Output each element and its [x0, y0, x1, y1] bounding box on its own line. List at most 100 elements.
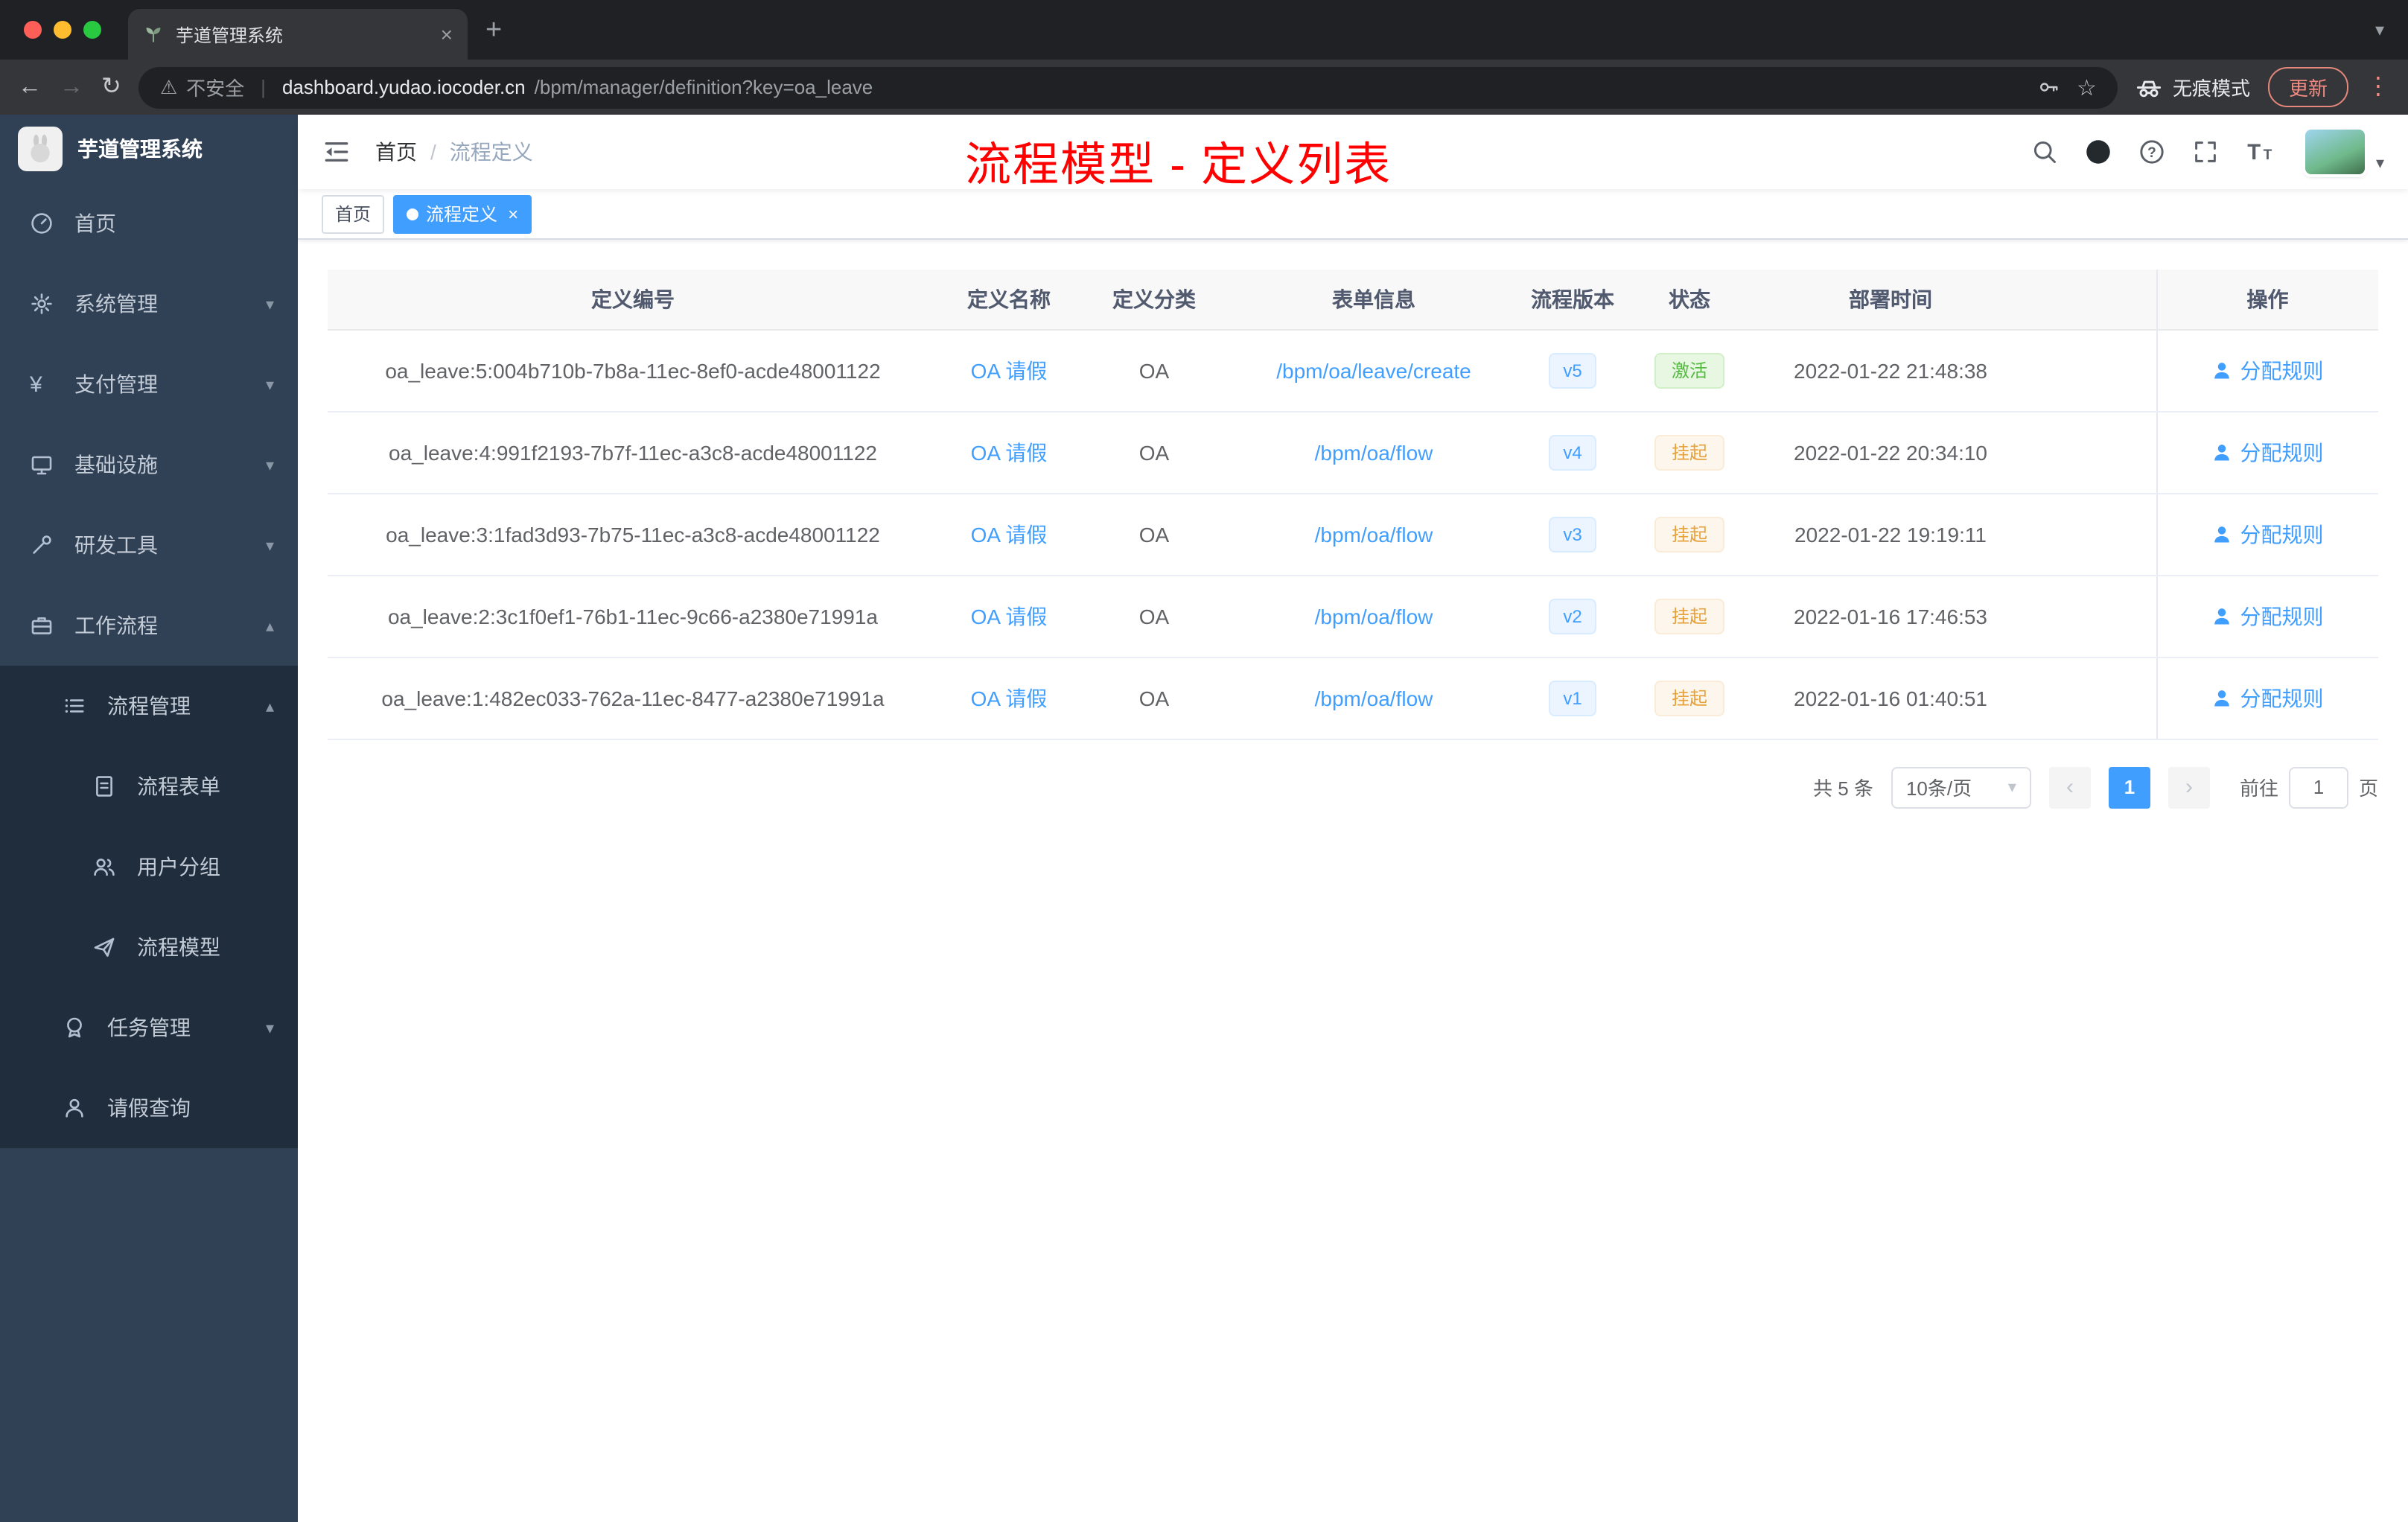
- zoom-window-button[interactable]: [83, 21, 101, 39]
- sidebar-item-payment-management[interactable]: ¥ 支付管理 ▾: [0, 344, 298, 424]
- chevron-down-icon: ▾: [265, 376, 274, 394]
- page-size-select[interactable]: 10条/页 ▾: [1891, 766, 2031, 808]
- assign-rule-link[interactable]: 分配规则: [2212, 519, 2324, 549]
- current-page-button[interactable]: 1: [2108, 766, 2150, 808]
- goto-page-input[interactable]: 1: [2288, 766, 2348, 808]
- pagination: 共 5 条 10条/页 ▾ ‹ 1 › 前往 1 页: [328, 766, 2378, 808]
- form-info-link[interactable]: /bpm/oa/leave/create: [1276, 358, 1471, 382]
- definition-name-link[interactable]: OA 请假: [971, 686, 1048, 710]
- sidebar-header: 芋道管理系统: [0, 115, 298, 183]
- breadcrumb: 首页 / 流程定义: [375, 137, 533, 167]
- forward-button[interactable]: →: [60, 74, 83, 99]
- new-tab-button[interactable]: +: [485, 16, 502, 44]
- person-icon: [2214, 690, 2230, 706]
- avatar[interactable]: [2305, 130, 2366, 174]
- person-icon: [63, 1096, 98, 1120]
- tab-close-icon[interactable]: ×: [441, 24, 453, 45]
- task-badge-icon: [63, 1016, 98, 1039]
- font-size-icon[interactable]: T T: [2246, 138, 2273, 165]
- col-definition-category: 定义分类: [1080, 270, 1229, 330]
- form-info-link[interactable]: /bpm/oa/flow: [1315, 686, 1433, 710]
- monitor-icon: [30, 453, 66, 477]
- definition-name-link[interactable]: OA 请假: [971, 604, 1048, 628]
- paper-plane-icon: [92, 935, 128, 959]
- status-badge: 激活: [1654, 352, 1724, 388]
- main-area: 流程模型 - 定义列表 首页 / 流程定义 ? T T ▾ 首页 流程定义 × …: [298, 115, 2408, 1522]
- tab-title: 芋道管理系统: [176, 25, 284, 45]
- help-icon[interactable]: ?: [2139, 138, 2166, 165]
- browser-tab[interactable]: 芋道管理系统 ×: [128, 9, 468, 60]
- bookmark-star-icon[interactable]: ☆: [2077, 74, 2097, 101]
- deploy-time: 2022-01-22 21:48:38: [1753, 329, 2028, 412]
- sidebar-item-process-model[interactable]: 流程模型: [0, 907, 298, 987]
- form-info-link[interactable]: /bpm/oa/flow: [1315, 440, 1433, 464]
- definition-id: oa_leave:4:991f2193-7b7f-11ec-a3c8-acde4…: [328, 411, 938, 494]
- definition-category: OA: [1080, 575, 1229, 657]
- sidebar-item-task-management[interactable]: 任务管理 ▾: [0, 987, 298, 1068]
- col-process-version: 流程版本: [1519, 270, 1626, 330]
- status-badge: 挂起: [1654, 516, 1724, 552]
- app-frame: 芋道管理系统 首页 系统管理 ▾ ¥ 支付管理 ▾ 基础设施 ▾ 研发工具 ▾ …: [0, 115, 2408, 1522]
- close-window-button[interactable]: [24, 21, 42, 39]
- fullscreen-icon[interactable]: [2193, 138, 2220, 165]
- incognito-badge: 无痕模式: [2135, 73, 2250, 101]
- status-badge: 挂起: [1654, 598, 1724, 634]
- form-info-link[interactable]: /bpm/oa/flow: [1315, 522, 1433, 546]
- sidebar-item-system-management[interactable]: 系统管理 ▾: [0, 264, 298, 344]
- tag-process-definition[interactable]: 流程定义 ×: [393, 194, 532, 233]
- chevron-down-icon: ▾: [265, 456, 274, 474]
- chevron-down-icon: ▾: [265, 1019, 274, 1037]
- security-label[interactable]: 不安全: [186, 73, 244, 101]
- table-header-row: 定义编号 定义名称 定义分类 表单信息 流程版本 状态 部署时间 操作: [328, 270, 2378, 330]
- definition-name-link[interactable]: OA 请假: [971, 522, 1048, 546]
- svg-text:?: ?: [2148, 145, 2157, 161]
- browser-menu-icon[interactable]: ⋮: [2366, 74, 2390, 99]
- sidebar-item-process-form[interactable]: 流程表单: [0, 746, 298, 827]
- definition-name-link[interactable]: OA 请假: [971, 440, 1048, 464]
- incognito-icon: [2136, 80, 2162, 97]
- chevron-down-icon: ▾: [265, 537, 274, 555]
- definition-id: oa_leave:3:1fad3d93-7b75-11ec-a3c8-acde4…: [328, 493, 938, 576]
- tag-close-icon[interactable]: ×: [508, 205, 518, 223]
- next-page-button[interactable]: ›: [2167, 766, 2210, 808]
- wrench-icon: [30, 533, 66, 557]
- github-icon[interactable]: [2086, 138, 2112, 165]
- table-row: oa_leave:2:3c1f0ef1-76b1-11ec-9c66-a2380…: [328, 575, 2378, 657]
- sidebar-item-home[interactable]: 首页: [0, 183, 298, 264]
- sidebar-item-leave-query[interactable]: 请假查询: [0, 1068, 298, 1148]
- assign-rule-link[interactable]: 分配规则: [2212, 683, 2324, 713]
- deploy-time: 2022-01-16 17:46:53: [1753, 575, 2028, 657]
- breadcrumb-home[interactable]: 首页: [375, 137, 417, 167]
- definition-category: OA: [1080, 657, 1229, 739]
- search-icon[interactable]: [2032, 138, 2059, 165]
- prev-page-button[interactable]: ‹: [2048, 766, 2091, 808]
- sidebar-item-process-management[interactable]: 流程管理 ▴: [0, 666, 298, 746]
- sidebar-item-user-group[interactable]: 用户分组: [0, 827, 298, 907]
- app-title: 芋道管理系统: [77, 137, 203, 161]
- back-button[interactable]: ←: [18, 74, 42, 99]
- breadcrumb-separator: /: [430, 140, 436, 164]
- update-browser-button[interactable]: 更新: [2267, 67, 2348, 107]
- password-key-icon[interactable]: [2036, 76, 2059, 98]
- assign-rule-link[interactable]: 分配规则: [2212, 355, 2324, 385]
- yen-icon: ¥: [30, 372, 42, 397]
- definition-id: oa_leave:1:482ec033-762a-11ec-8477-a2380…: [328, 657, 938, 739]
- col-operation: 操作: [2156, 270, 2378, 330]
- tab-search-button[interactable]: ▾: [2375, 19, 2384, 40]
- sidebar-item-workflow[interactable]: 工作流程 ▴: [0, 585, 298, 666]
- hamburger-icon[interactable]: [322, 137, 351, 167]
- assign-rule-link[interactable]: 分配规则: [2212, 437, 2324, 467]
- address-bar[interactable]: ⚠ 不安全 | dashboard.yudao.iocoder.cn /bpm/…: [138, 66, 2118, 108]
- definition-name-link[interactable]: OA 请假: [971, 358, 1048, 382]
- deploy-time: 2022-01-16 01:40:51: [1753, 657, 2028, 739]
- form-info-link[interactable]: /bpm/oa/flow: [1315, 604, 1433, 628]
- sidebar-item-dev-tools[interactable]: 研发工具 ▾: [0, 505, 298, 585]
- sidebar-item-infrastructure[interactable]: 基础设施 ▾: [0, 424, 298, 505]
- table-row: oa_leave:4:991f2193-7b7f-11ec-a3c8-acde4…: [328, 411, 2378, 494]
- col-definition-id: 定义编号: [328, 270, 938, 330]
- minimize-window-button[interactable]: [54, 21, 71, 39]
- assign-rule-link[interactable]: 分配规则: [2212, 601, 2324, 631]
- user-avatar-menu[interactable]: ▾: [2305, 130, 2384, 174]
- tag-home[interactable]: 首页: [322, 194, 385, 233]
- reload-button[interactable]: ↻: [101, 74, 121, 99]
